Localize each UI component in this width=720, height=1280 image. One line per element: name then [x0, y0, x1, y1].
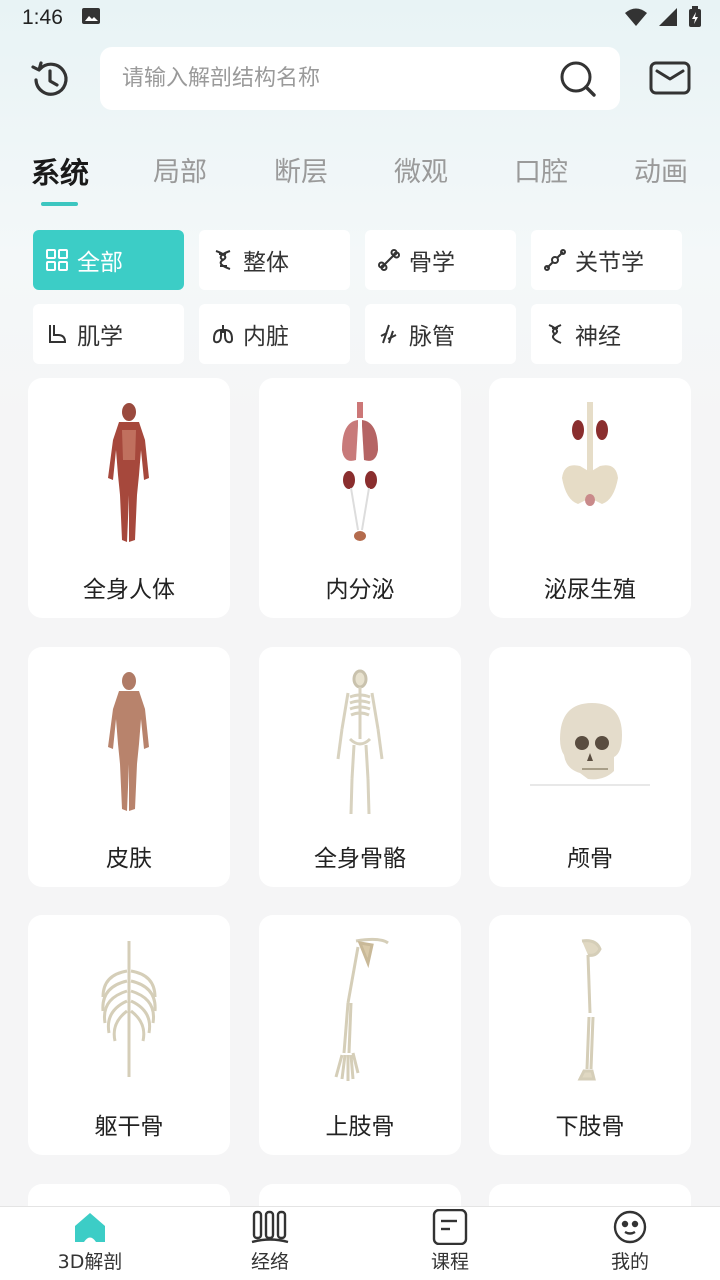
- nav-mine[interactable]: 我的: [570, 1207, 690, 1280]
- meridian-icon: [250, 1209, 290, 1245]
- endocrine-image: [259, 400, 461, 560]
- lower-limb-image: [489, 937, 691, 1097]
- tab-regional[interactable]: 局部: [153, 150, 207, 189]
- filter-label: 骨学: [409, 250, 455, 276]
- filter-label: 脉管: [409, 324, 455, 350]
- bone-icon: [377, 248, 401, 272]
- card-lower-limb[interactable]: 下肢骨: [489, 915, 691, 1155]
- card-skin[interactable]: 皮肤: [28, 647, 230, 887]
- card-label: 躯干骨: [94, 1114, 164, 1140]
- search-bar: [100, 47, 620, 110]
- status-bar: 1:46: [0, 0, 720, 36]
- top-bar: [0, 46, 720, 112]
- nav-courses[interactable]: 课程: [390, 1207, 510, 1280]
- search-input[interactable]: [122, 66, 558, 91]
- card-label: 颅骨: [567, 846, 613, 872]
- filter-all[interactable]: 全部: [33, 230, 184, 290]
- filter-arthrology[interactable]: 关节学: [531, 230, 682, 290]
- card-label: 全身骨骼: [314, 846, 406, 872]
- filter-whole[interactable]: 整体: [199, 230, 350, 290]
- skeleton-image: [259, 669, 461, 829]
- card-skeleton[interactable]: 全身骨骼: [259, 647, 461, 887]
- card-upper-limb[interactable]: 上肢骨: [259, 915, 461, 1155]
- card-label: 全身人体: [83, 577, 175, 603]
- tab-indicator: [41, 202, 78, 206]
- filter-label: 神经: [575, 324, 621, 350]
- battery-icon: [688, 6, 702, 33]
- home-icon: [70, 1209, 110, 1245]
- history-icon[interactable]: [28, 58, 72, 102]
- nav-label: 经络: [250, 1251, 289, 1273]
- nav-3d-anatomy[interactable]: 3D解剖: [30, 1207, 150, 1280]
- course-icon: [430, 1208, 470, 1246]
- mail-icon[interactable]: [648, 60, 692, 100]
- filter-osteology[interactable]: 骨学: [365, 230, 516, 290]
- card-label: 皮肤: [106, 846, 152, 872]
- tab-system[interactable]: 系统: [31, 150, 89, 192]
- lungs-icon: [211, 322, 235, 346]
- category-tabs: 系统 局部 断层 微观 口腔 动画: [0, 150, 720, 210]
- bottom-nav: 3D解剖 经络 课程 我的: [0, 1206, 720, 1280]
- skin-figure-image: [28, 669, 230, 829]
- filter-label: 关节学: [575, 250, 644, 276]
- nerve-icon: [543, 322, 567, 346]
- dna-icon: [211, 248, 235, 272]
- filter-label: 整体: [243, 250, 289, 276]
- card-skull[interactable]: 颅骨: [489, 647, 691, 887]
- filter-label: 内脏: [243, 324, 289, 350]
- card-trunk-bones[interactable]: 躯干骨: [28, 915, 230, 1155]
- muscle-icon: [45, 322, 69, 346]
- wifi-icon: [624, 7, 648, 32]
- skull-image: [489, 669, 691, 829]
- card-urogenital[interactable]: 泌尿生殖: [489, 378, 691, 618]
- tab-sectional[interactable]: 断层: [274, 150, 328, 189]
- card-label: 泌尿生殖: [544, 577, 636, 603]
- muscle-figure-image: [28, 400, 230, 560]
- filter-vessels[interactable]: 脉管: [365, 304, 516, 364]
- filter-nerves[interactable]: 神经: [531, 304, 682, 364]
- search-icon[interactable]: [558, 59, 598, 99]
- card-label: 下肢骨: [555, 1114, 625, 1140]
- filter-viscera[interactable]: 内脏: [199, 304, 350, 364]
- tab-oral[interactable]: 口腔: [514, 150, 568, 189]
- card-endocrine[interactable]: 内分泌: [259, 378, 461, 618]
- nav-label: 3D解剖: [57, 1251, 123, 1273]
- filter-myology[interactable]: 肌学: [33, 304, 184, 364]
- nav-label: 我的: [610, 1251, 649, 1273]
- nav-meridians[interactable]: 经络: [210, 1207, 330, 1280]
- card-label: 上肢骨: [325, 1114, 395, 1140]
- grid-icon: [45, 248, 69, 272]
- nav-label: 课程: [430, 1251, 469, 1273]
- signal-icon: [658, 7, 678, 32]
- tab-micro[interactable]: 微观: [394, 150, 448, 189]
- vessel-icon: [377, 322, 401, 346]
- urogenital-image: [489, 400, 691, 560]
- gallery-icon: [81, 6, 101, 30]
- joint-icon: [543, 248, 567, 272]
- status-time: 1:46: [22, 6, 63, 29]
- card-full-body[interactable]: 全身人体: [28, 378, 230, 618]
- tab-animation[interactable]: 动画: [634, 150, 688, 189]
- profile-icon: [610, 1209, 650, 1245]
- filter-label: 全部: [77, 250, 123, 276]
- filter-label: 肌学: [77, 324, 123, 350]
- card-label: 内分泌: [325, 577, 395, 603]
- upper-limb-image: [259, 937, 461, 1097]
- trunk-bones-image: [28, 937, 230, 1097]
